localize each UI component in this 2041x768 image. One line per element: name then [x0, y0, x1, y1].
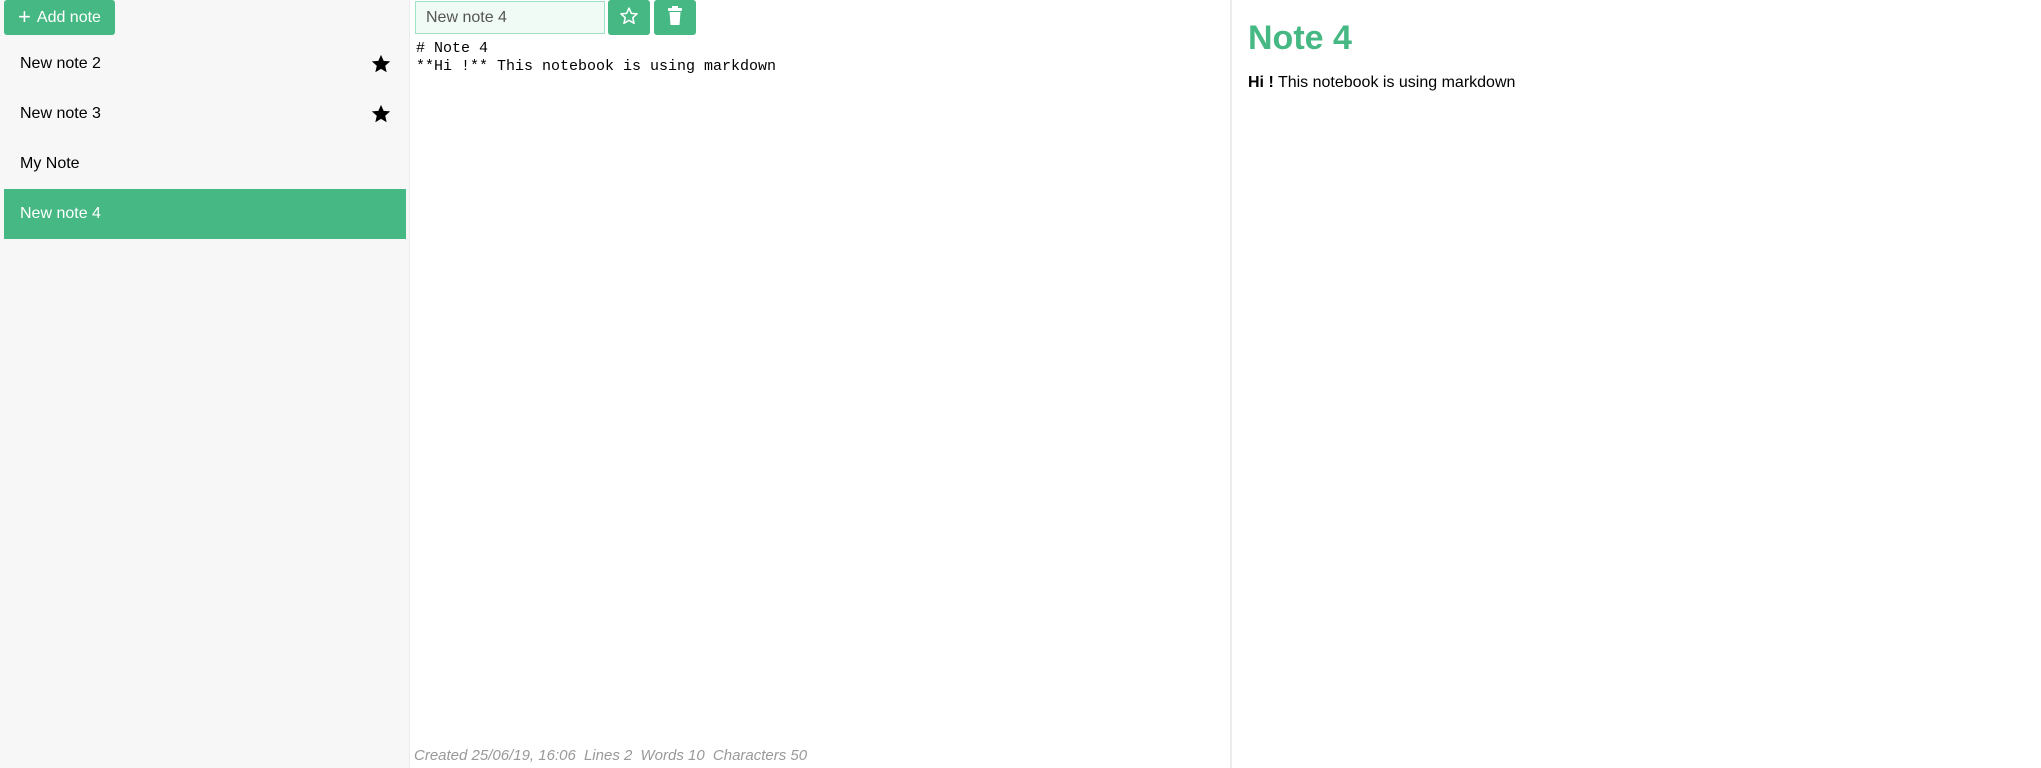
editor-pane: # Note 4 **Hi !** This notebook is using…: [410, 0, 1232, 768]
note-list: New note 2 New note 3 My Note New note 4: [4, 39, 406, 239]
sidebar: + Add note New note 2 New note 3 My Note…: [0, 0, 410, 768]
note-title-input[interactable]: [415, 1, 605, 34]
note-item[interactable]: New note 3: [4, 89, 406, 139]
add-note-label: Add note: [36, 8, 101, 26]
note-title: New note 3: [20, 105, 101, 122]
status-bar: Created 25/06/19, 16:06 Lines 2 Words 10…: [414, 747, 811, 764]
preview-bold-text: Hi !: [1248, 74, 1274, 91]
plus-icon: +: [18, 3, 31, 29]
preview-heading: Note 4: [1248, 19, 1352, 57]
add-note-button[interactable]: + Add note: [4, 0, 115, 35]
preview-pane: Note 4 Hi ! This notebook is using markd…: [1234, 0, 2041, 768]
star-outline-icon: [619, 6, 639, 29]
preview-body-text: This notebook is using markdown: [1273, 74, 1516, 91]
words-count: Words 10: [640, 747, 705, 764]
note-title: New note 2: [20, 55, 101, 72]
trash-icon: [667, 6, 683, 29]
star-icon: [370, 103, 392, 125]
characters-count: Characters 50: [712, 747, 808, 764]
note-title: My Note: [20, 155, 80, 172]
note-item[interactable]: My Note: [4, 139, 406, 189]
favorite-button[interactable]: [608, 0, 650, 35]
preview-paragraph: Hi ! This notebook is using markdown: [1248, 74, 2027, 92]
lines-count: Lines 2: [583, 747, 633, 764]
created-date: Created 25/06/19, 16:06: [414, 747, 576, 764]
star-icon: [370, 53, 392, 75]
markdown-editor[interactable]: # Note 4 **Hi !** This notebook is using…: [416, 40, 1226, 740]
note-item[interactable]: New note 2: [4, 39, 406, 89]
delete-button[interactable]: [654, 0, 696, 35]
note-title: New note 4: [20, 205, 101, 222]
note-item-selected[interactable]: New note 4: [4, 189, 406, 239]
